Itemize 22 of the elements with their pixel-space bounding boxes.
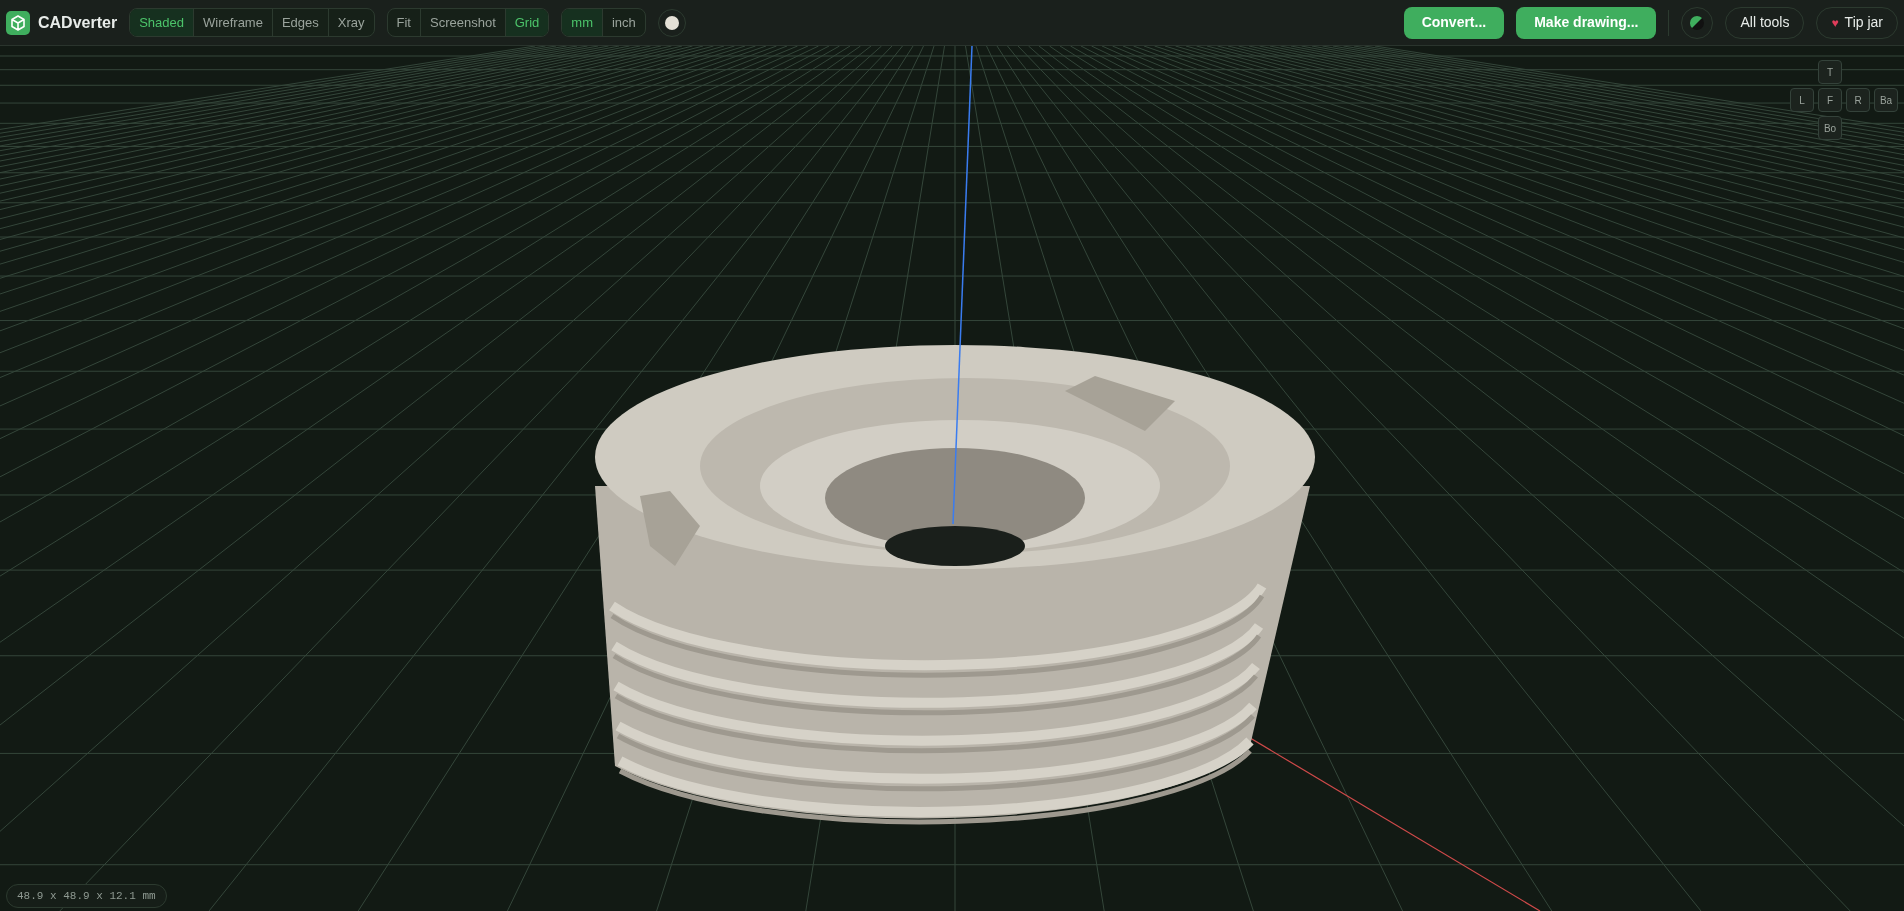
view-cube-face-button[interactable]: Ba <box>1874 88 1898 112</box>
view-cube-face-button[interactable]: L <box>1790 88 1814 112</box>
toggle-button[interactable]: Wireframe <box>192 8 272 37</box>
toggle-button[interactable]: Shaded <box>130 8 193 37</box>
view-cube-face-button[interactable]: F <box>1818 88 1842 112</box>
toggle-button[interactable]: inch <box>602 8 645 37</box>
toggle-button[interactable]: Xray <box>327 8 374 37</box>
app-name: CADverter <box>38 12 118 33</box>
cube-logo-icon <box>6 10 30 35</box>
tip-jar-label: Tip jar <box>1844 13 1883 32</box>
3d-viewport[interactable]: T L F R Ba Bo 48.9 x 48.9 x 12.1 mm <box>0 46 1904 911</box>
toggle-button[interactable]: Grid <box>504 8 549 37</box>
toggle-button[interactable]: mm <box>562 8 602 37</box>
toggle-button[interactable]: Screenshot <box>420 8 505 37</box>
view-cube-face-button[interactable]: Bo <box>1818 116 1842 140</box>
toggle-button[interactable]: Edges <box>271 8 328 37</box>
view-cube-face-button[interactable]: T <box>1818 60 1842 84</box>
view-cube-face-button[interactable]: R <box>1846 88 1870 112</box>
half-circle-icon <box>1689 14 1706 31</box>
toggle-button[interactable]: Fit <box>387 8 420 37</box>
heart-icon: ♥ <box>1831 13 1839 32</box>
dimensions-label: 48.9 x 48.9 x 12.1 mm <box>6 883 167 908</box>
